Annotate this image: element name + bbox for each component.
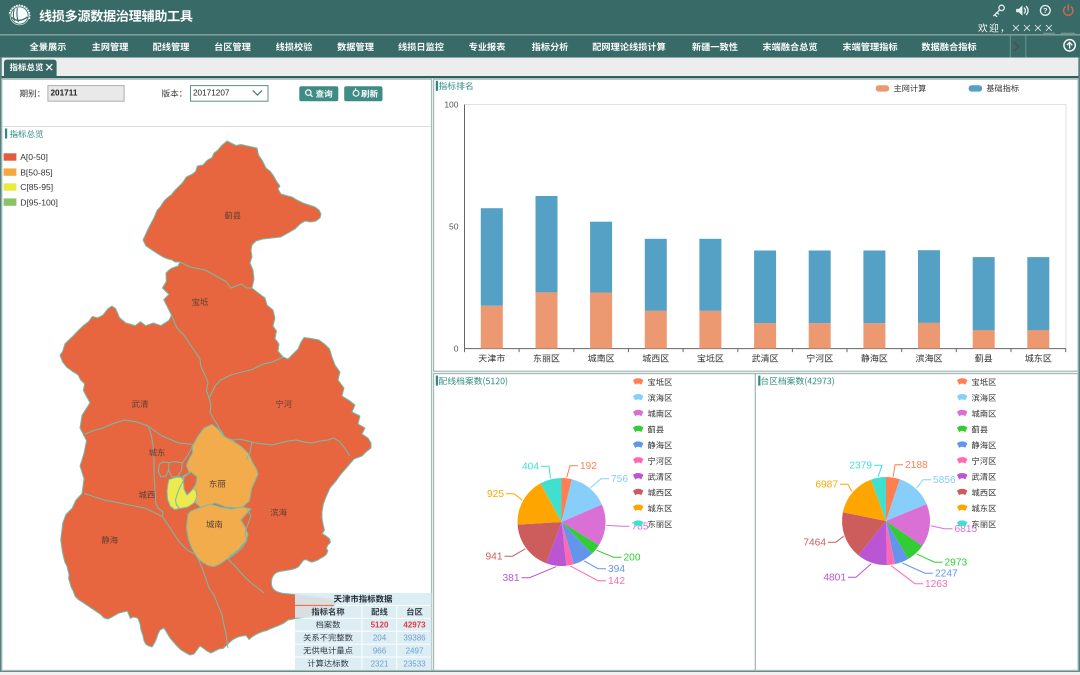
svg-text:2379: 2379	[849, 461, 872, 472]
svg-text:100: 100	[444, 100, 458, 110]
svg-text:2973: 2973	[945, 558, 968, 569]
svg-text:B[50-85]: B[50-85]	[20, 167, 53, 177]
svg-text:192: 192	[580, 461, 597, 472]
svg-text:?: ?	[1043, 6, 1048, 15]
svg-text:4801: 4801	[823, 573, 846, 584]
svg-text:966: 966	[373, 646, 387, 655]
svg-text:2188: 2188	[905, 460, 928, 471]
svg-text:42973: 42973	[403, 621, 426, 630]
svg-text:142: 142	[608, 576, 625, 587]
svg-text:394: 394	[608, 564, 625, 575]
svg-text:6987: 6987	[815, 480, 838, 491]
svg-text:2497: 2497	[406, 646, 424, 655]
svg-text:20171207: 20171207	[193, 89, 230, 98]
svg-text:404: 404	[522, 462, 539, 473]
svg-text:7464: 7464	[803, 538, 826, 549]
svg-text:2247: 2247	[935, 569, 958, 580]
svg-text:381: 381	[503, 573, 520, 584]
svg-text:50: 50	[449, 222, 459, 232]
svg-text:D[95-100]: D[95-100]	[20, 197, 58, 207]
svg-text:201711: 201711	[51, 89, 78, 98]
svg-text:5120: 5120	[371, 621, 389, 630]
svg-text:39386: 39386	[403, 634, 426, 643]
svg-text:1263: 1263	[925, 579, 948, 590]
svg-text:200: 200	[624, 553, 641, 564]
svg-text:0: 0	[454, 344, 459, 354]
svg-text:204: 204	[373, 634, 387, 643]
svg-text:A[0-50]: A[0-50]	[20, 152, 48, 162]
svg-text:756: 756	[611, 474, 628, 485]
svg-text:C[85-95]: C[85-95]	[20, 182, 53, 192]
svg-text:941: 941	[486, 552, 503, 563]
svg-text:23533: 23533	[403, 659, 426, 668]
svg-text:925: 925	[487, 489, 504, 500]
svg-text:5856: 5856	[933, 475, 956, 486]
svg-text:2321: 2321	[371, 659, 389, 668]
